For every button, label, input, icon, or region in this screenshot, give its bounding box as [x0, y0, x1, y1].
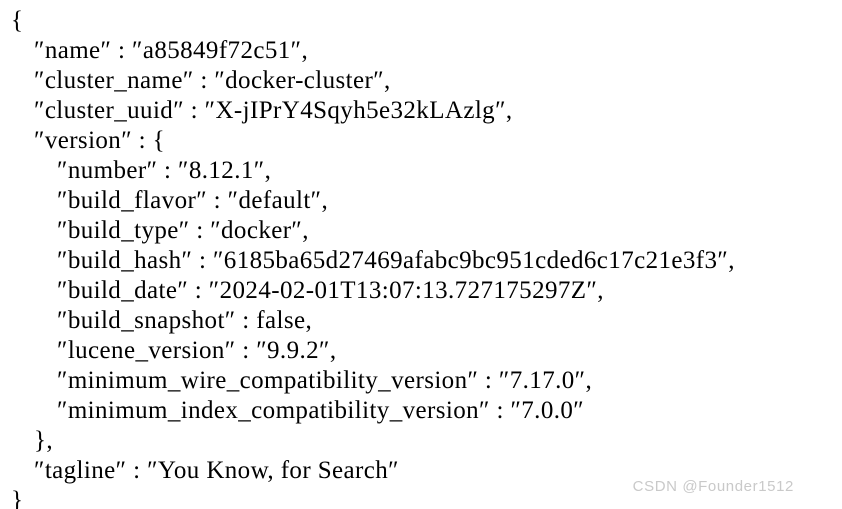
json-line: ″number″ : ″8.12.1″,: [57, 157, 272, 184]
screenshot-root: { ″name″ : ″a85849f72c51″, ″cluster_name″ …: [0, 0, 842, 509]
json-line: ″minimum_index_compatibility_version″ : …: [57, 397, 585, 424]
json-line: ″build_date″ : ″2024-02-01T13:07:13.7271…: [57, 277, 604, 304]
json-line: ″version″ : {: [34, 127, 166, 154]
json-line: ″cluster_name″ : ″docker-cluster″,: [34, 67, 391, 94]
csdn-watermark: CSDN @Founder1512: [632, 478, 794, 495]
json-response-body: { ″name″ : ″a85849f72c51″, ″cluster_name″ …: [0, 0, 842, 509]
json-line: ″build_type″ : ″docker″,: [57, 217, 309, 244]
json-line: ″lucene_version″ : ″9.9.2″,: [57, 337, 337, 364]
json-line: ″name″ : ″a85849f72c51″,: [34, 37, 309, 64]
json-line: ″build_hash″ : ″6185ba65d27469afabc9bc95…: [57, 247, 735, 274]
json-line: ″build_snapshot″ : false,: [57, 307, 313, 334]
json-line: ″build_flavor″ : ″default″,: [57, 187, 329, 214]
json-line: },: [34, 427, 54, 454]
json-line: ″cluster_uuid″ : ″X-jIPrY4Sqyh5e32kLAzlg…: [34, 97, 513, 124]
json-line: ″minimum_wire_compatibility_version″ : ″…: [57, 367, 593, 394]
json-line: {: [11, 7, 24, 34]
